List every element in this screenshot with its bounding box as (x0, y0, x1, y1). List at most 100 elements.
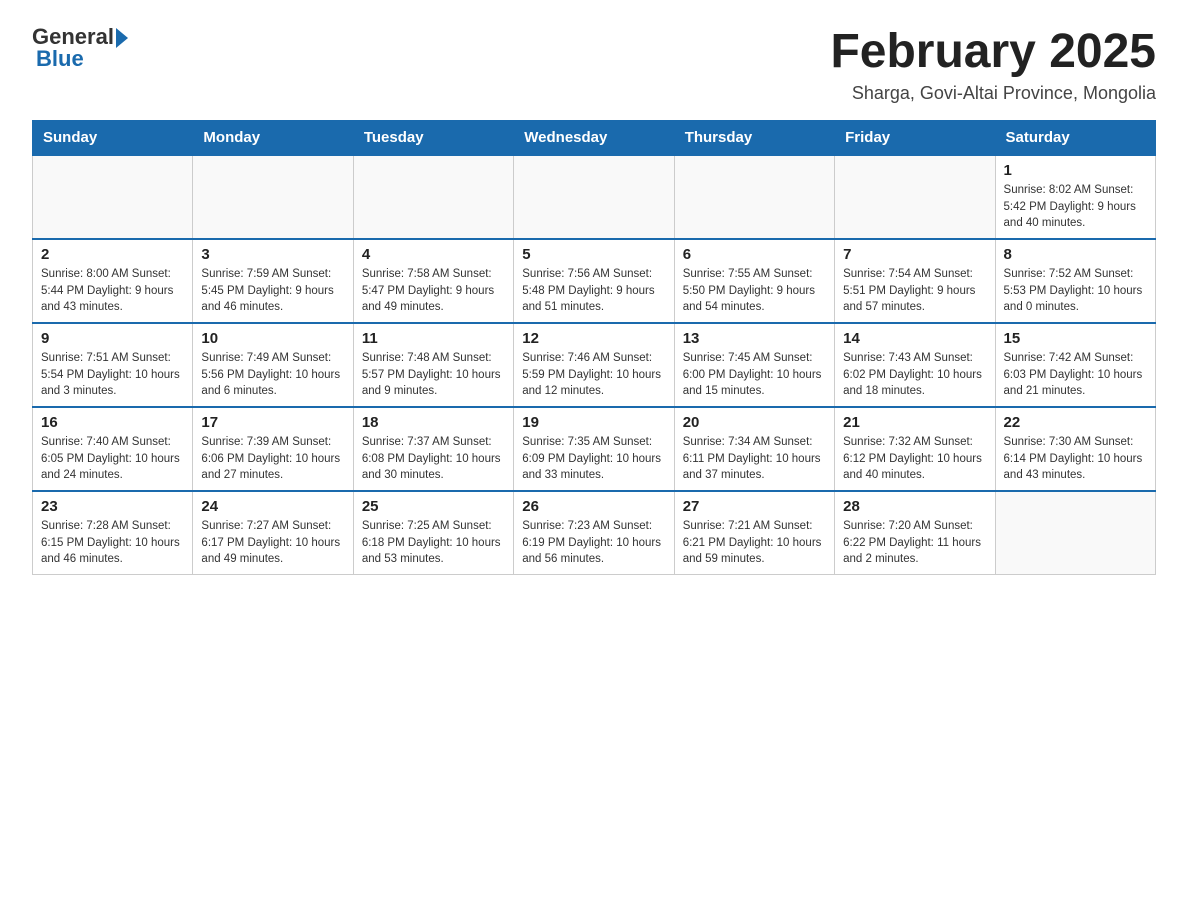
calendar-cell (835, 155, 995, 239)
calendar-cell: 13 Sunrise: 7:45 AM Sunset: 6:00 PM Dayli… (674, 323, 834, 407)
day-info: Sunrise: 7:55 AM Sunset: 5:50 PM Dayligh… (683, 266, 826, 316)
day-number: 6 (683, 246, 826, 263)
calendar-week-row: 16 Sunrise: 7:40 AM Sunset: 6:05 PM Dayli… (33, 407, 1156, 491)
calendar-cell: 8 Sunrise: 7:52 AM Sunset: 5:53 PM Daylig… (995, 239, 1155, 323)
day-number: 16 (41, 414, 184, 431)
day-number: 25 (362, 498, 505, 515)
calendar-header-sunday: Sunday (33, 121, 193, 156)
day-info: Sunrise: 7:46 AM Sunset: 5:59 PM Dayligh… (522, 350, 665, 400)
day-info: Sunrise: 7:34 AM Sunset: 6:11 PM Dayligh… (683, 434, 826, 484)
logo: General Blue (32, 24, 128, 72)
day-info: Sunrise: 7:51 AM Sunset: 5:54 PM Dayligh… (41, 350, 184, 400)
day-info: Sunrise: 7:52 AM Sunset: 5:53 PM Dayligh… (1004, 266, 1147, 316)
calendar-cell: 7 Sunrise: 7:54 AM Sunset: 5:51 PM Daylig… (835, 239, 995, 323)
day-info: Sunrise: 7:28 AM Sunset: 6:15 PM Dayligh… (41, 518, 184, 568)
day-number: 9 (41, 330, 184, 347)
day-info: Sunrise: 7:20 AM Sunset: 6:22 PM Dayligh… (843, 518, 986, 568)
logo-arrow-icon (116, 28, 128, 48)
day-info: Sunrise: 7:25 AM Sunset: 6:18 PM Dayligh… (362, 518, 505, 568)
calendar-week-row: 9 Sunrise: 7:51 AM Sunset: 5:54 PM Daylig… (33, 323, 1156, 407)
day-number: 21 (843, 414, 986, 431)
calendar-cell: 20 Sunrise: 7:34 AM Sunset: 6:11 PM Dayli… (674, 407, 834, 491)
calendar-cell: 14 Sunrise: 7:43 AM Sunset: 6:02 PM Dayli… (835, 323, 995, 407)
calendar-table: SundayMondayTuesdayWednesdayThursdayFrid… (32, 120, 1156, 575)
day-info: Sunrise: 7:54 AM Sunset: 5:51 PM Dayligh… (843, 266, 986, 316)
day-number: 17 (201, 414, 344, 431)
calendar-cell: 10 Sunrise: 7:49 AM Sunset: 5:56 PM Dayli… (193, 323, 353, 407)
calendar-cell: 12 Sunrise: 7:46 AM Sunset: 5:59 PM Dayli… (514, 323, 674, 407)
day-number: 1 (1004, 162, 1147, 179)
day-info: Sunrise: 8:00 AM Sunset: 5:44 PM Dayligh… (41, 266, 184, 316)
day-number: 5 (522, 246, 665, 263)
calendar-cell: 11 Sunrise: 7:48 AM Sunset: 5:57 PM Dayli… (353, 323, 513, 407)
calendar-cell: 28 Sunrise: 7:20 AM Sunset: 6:22 PM Dayli… (835, 491, 995, 575)
day-number: 2 (41, 246, 184, 263)
logo-blue-text: Blue (36, 46, 84, 72)
calendar-cell (514, 155, 674, 239)
day-info: Sunrise: 7:58 AM Sunset: 5:47 PM Dayligh… (362, 266, 505, 316)
day-number: 18 (362, 414, 505, 431)
day-info: Sunrise: 7:37 AM Sunset: 6:08 PM Dayligh… (362, 434, 505, 484)
calendar-cell: 17 Sunrise: 7:39 AM Sunset: 6:06 PM Dayli… (193, 407, 353, 491)
calendar-cell: 5 Sunrise: 7:56 AM Sunset: 5:48 PM Daylig… (514, 239, 674, 323)
calendar-cell (33, 155, 193, 239)
calendar-cell: 4 Sunrise: 7:58 AM Sunset: 5:47 PM Daylig… (353, 239, 513, 323)
day-number: 4 (362, 246, 505, 263)
day-info: Sunrise: 7:56 AM Sunset: 5:48 PM Dayligh… (522, 266, 665, 316)
day-number: 26 (522, 498, 665, 515)
calendar-cell: 26 Sunrise: 7:23 AM Sunset: 6:19 PM Dayli… (514, 491, 674, 575)
day-info: Sunrise: 7:43 AM Sunset: 6:02 PM Dayligh… (843, 350, 986, 400)
day-number: 24 (201, 498, 344, 515)
day-info: Sunrise: 7:40 AM Sunset: 6:05 PM Dayligh… (41, 434, 184, 484)
calendar-header-thursday: Thursday (674, 121, 834, 156)
calendar-week-row: 1 Sunrise: 8:02 AM Sunset: 5:42 PM Daylig… (33, 155, 1156, 239)
calendar-title: February 2025 (830, 24, 1156, 79)
day-info: Sunrise: 7:30 AM Sunset: 6:14 PM Dayligh… (1004, 434, 1147, 484)
calendar-cell: 25 Sunrise: 7:25 AM Sunset: 6:18 PM Dayli… (353, 491, 513, 575)
calendar-cell: 19Sunrise: 7:35 AM Sunset: 6:09 PM Dayli… (514, 407, 674, 491)
calendar-cell: 22Sunrise: 7:30 AM Sunset: 6:14 PM Dayli… (995, 407, 1155, 491)
calendar-header-wednesday: Wednesday (514, 121, 674, 156)
day-number: 14 (843, 330, 986, 347)
calendar-cell: 1 Sunrise: 8:02 AM Sunset: 5:42 PM Daylig… (995, 155, 1155, 239)
calendar-header-tuesday: Tuesday (353, 121, 513, 156)
day-number: 8 (1004, 246, 1147, 263)
day-number: 12 (522, 330, 665, 347)
calendar-cell: 16 Sunrise: 7:40 AM Sunset: 6:05 PM Dayli… (33, 407, 193, 491)
day-number: 13 (683, 330, 826, 347)
day-number: 10 (201, 330, 344, 347)
calendar-cell: 2 Sunrise: 8:00 AM Sunset: 5:44 PM Daylig… (33, 239, 193, 323)
calendar-cell: 6 Sunrise: 7:55 AM Sunset: 5:50 PM Daylig… (674, 239, 834, 323)
day-info: Sunrise: 8:02 AM Sunset: 5:42 PM Dayligh… (1004, 182, 1147, 232)
calendar-cell: 9 Sunrise: 7:51 AM Sunset: 5:54 PM Daylig… (33, 323, 193, 407)
day-info: Sunrise: 7:45 AM Sunset: 6:00 PM Dayligh… (683, 350, 826, 400)
calendar-header-saturday: Saturday (995, 121, 1155, 156)
day-number: 20 (683, 414, 826, 431)
day-number: 23 (41, 498, 184, 515)
day-number: 27 (683, 498, 826, 515)
day-info: Sunrise: 7:23 AM Sunset: 6:19 PM Dayligh… (522, 518, 665, 568)
calendar-cell (353, 155, 513, 239)
day-info: Sunrise: 7:42 AM Sunset: 6:03 PM Dayligh… (1004, 350, 1147, 400)
title-area: February 2025 Sharga, Govi-Altai Provinc… (830, 24, 1156, 104)
day-number: 19 (522, 414, 665, 431)
calendar-subtitle: Sharga, Govi-Altai Province, Mongolia (830, 83, 1156, 104)
day-info: Sunrise: 7:21 AM Sunset: 6:21 PM Dayligh… (683, 518, 826, 568)
day-number: 11 (362, 330, 505, 347)
calendar-week-row: 23 Sunrise: 7:28 AM Sunset: 6:15 PM Dayli… (33, 491, 1156, 575)
calendar-cell: 24 Sunrise: 7:27 AM Sunset: 6:17 PM Dayli… (193, 491, 353, 575)
day-info: Sunrise: 7:27 AM Sunset: 6:17 PM Dayligh… (201, 518, 344, 568)
calendar-cell: 27 Sunrise: 7:21 AM Sunset: 6:21 PM Dayli… (674, 491, 834, 575)
day-number: 7 (843, 246, 986, 263)
calendar-cell (193, 155, 353, 239)
calendar-cell: 3Sunrise: 7:59 AM Sunset: 5:45 PM Daylig… (193, 239, 353, 323)
calendar-cell (995, 491, 1155, 575)
calendar-cell: 23 Sunrise: 7:28 AM Sunset: 6:15 PM Dayli… (33, 491, 193, 575)
day-number: 28 (843, 498, 986, 515)
day-info: Sunrise: 7:48 AM Sunset: 5:57 PM Dayligh… (362, 350, 505, 400)
day-info: Sunrise: 7:49 AM Sunset: 5:56 PM Dayligh… (201, 350, 344, 400)
day-number: 15 (1004, 330, 1147, 347)
day-info: Sunrise: 7:32 AM Sunset: 6:12 PM Dayligh… (843, 434, 986, 484)
page-header: General Blue February 2025 Sharga, Govi-… (32, 24, 1156, 104)
day-info: Sunrise: 7:39 AM Sunset: 6:06 PM Dayligh… (201, 434, 344, 484)
